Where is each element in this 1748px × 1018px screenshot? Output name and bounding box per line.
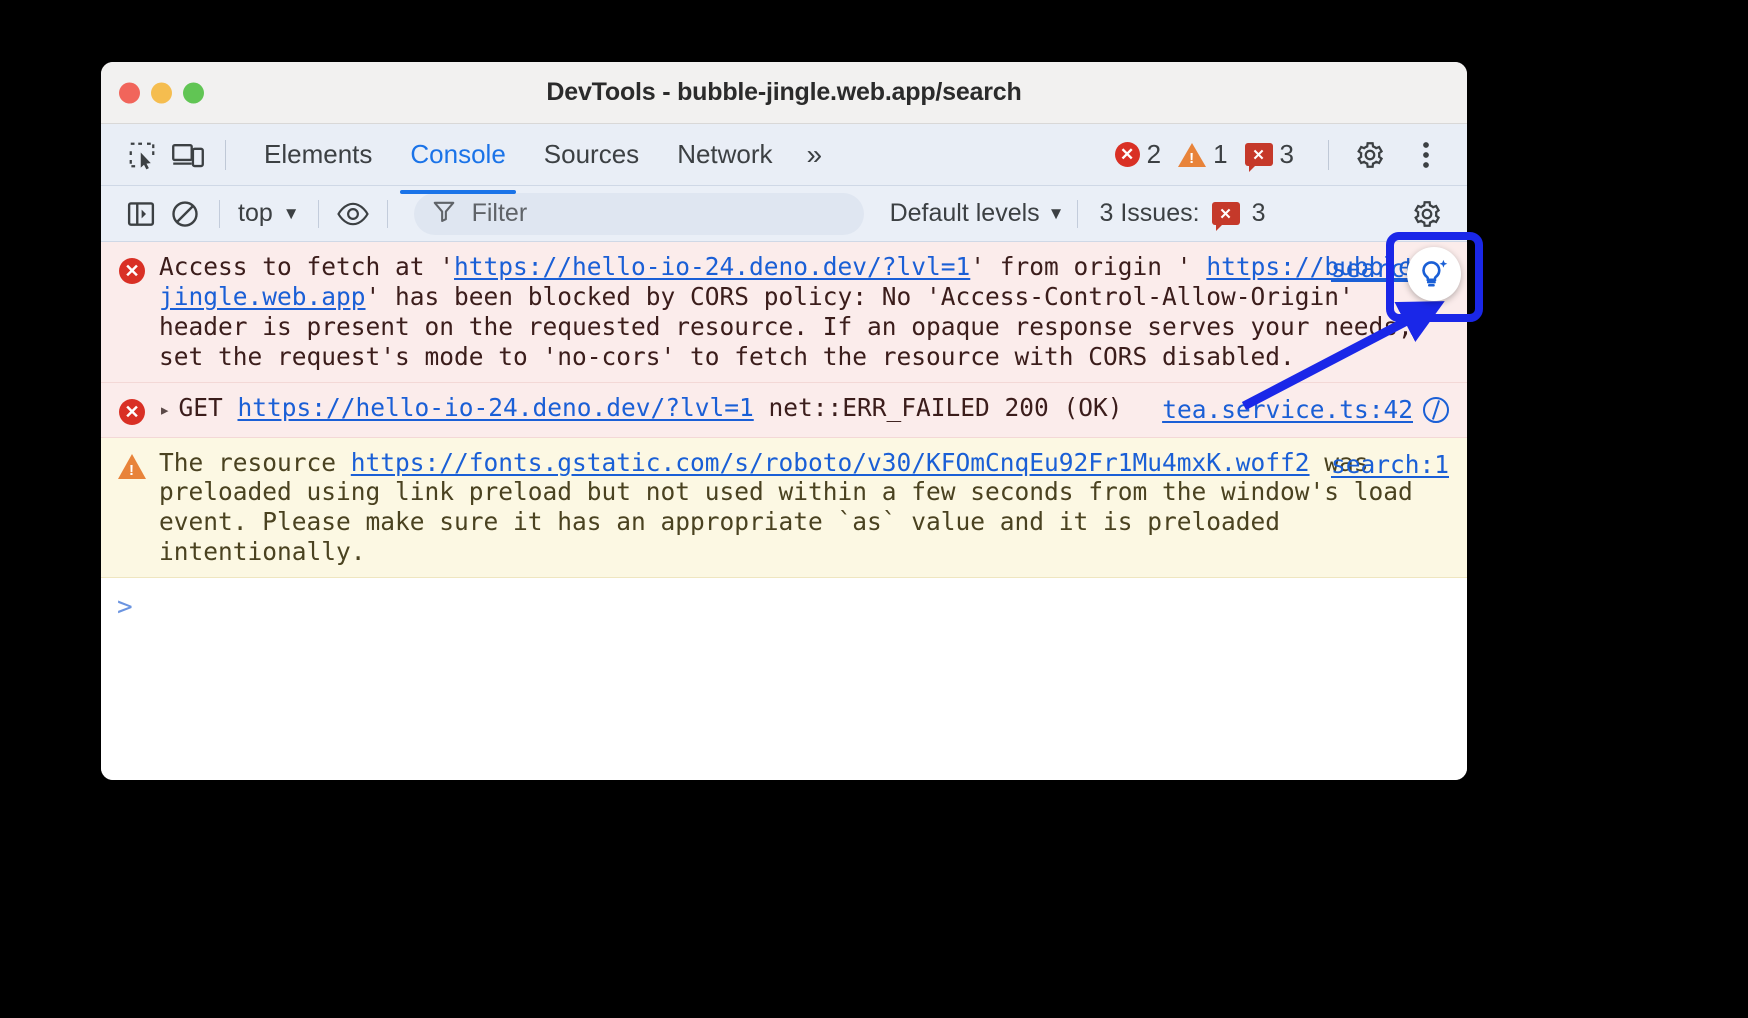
error-count-icon: ✕: [1115, 142, 1140, 167]
request-url-link[interactable]: https://hello-io-24.deno.dev/?lvl=1: [237, 393, 753, 422]
warning-text-1: The resource: [159, 448, 351, 477]
console-message-cors-error[interactable]: ✕ Access to fetch at 'https://hello-io-2…: [101, 242, 1467, 383]
console-toolbar-divider-2: [318, 200, 319, 228]
console-toolbar-divider-4: [1077, 200, 1078, 228]
tabbar-right-group: ✕ 2 1 ✕ 3: [1115, 132, 1449, 178]
tab-network[interactable]: Network: [661, 131, 788, 178]
device-toolbar-icon[interactable]: [165, 132, 211, 178]
chevron-down-icon: ▼: [283, 204, 300, 224]
chevron-down-icon: ▼: [1048, 204, 1065, 224]
source-link-tea-service-ts[interactable]: tea.service.ts:42: [1162, 395, 1413, 424]
screenshot-stage: DevTools - bubble-jingle.web.app/search …: [0, 0, 1748, 1018]
search-input[interactable]: [470, 198, 846, 229]
execution-context-value: top: [238, 199, 273, 228]
devtools-window: DevTools - bubble-jingle.web.app/search …: [101, 62, 1467, 780]
open-in-network-panel-icon[interactable]: [1423, 397, 1449, 423]
window-traffic-lights[interactable]: [119, 82, 204, 103]
console-settings-gear-icon[interactable]: [1405, 194, 1449, 234]
console-message-network-error[interactable]: ✕ ▸ GET https://hello-io-24.deno.dev/?lvl…: [101, 383, 1467, 438]
console-filter-box[interactable]: [414, 193, 864, 235]
issues-badge-count: 3: [1252, 199, 1266, 228]
warning-count-icon: [1178, 143, 1206, 167]
window-title: DevTools - bubble-jingle.web.app/search: [101, 78, 1467, 107]
tabbar-right-divider: [1328, 140, 1329, 170]
issues-count-icon: ✕: [1245, 143, 1273, 166]
tabbar-divider: [225, 140, 226, 170]
expand-triangle-icon[interactable]: ▸: [159, 399, 170, 422]
inspect-element-icon[interactable]: [119, 132, 165, 178]
source-link-search-1[interactable]: search:1: [1331, 450, 1449, 480]
console-prompt[interactable]: >: [101, 578, 1467, 636]
issues-summary-button[interactable]: 3 Issues: ✕ 3: [1100, 199, 1266, 228]
window-titlebar: DevTools - bubble-jingle.web.app/search: [101, 62, 1467, 124]
console-toolbar-right: [1405, 194, 1449, 234]
network-source-link-wrap: tea.service.ts:42: [1162, 395, 1449, 425]
ask-ai-understand-this-message-button[interactable]: [1407, 247, 1461, 301]
issues-badge-icon: ✕: [1212, 202, 1240, 225]
warning-count-value: 1: [1213, 139, 1227, 170]
issues-label: 3 Issues:: [1100, 199, 1200, 228]
error-count-value: 2: [1147, 139, 1161, 170]
live-expression-icon[interactable]: [331, 194, 375, 234]
prompt-caret-icon: >: [117, 592, 133, 622]
console-toolbar: top ▼ Default levels: [101, 186, 1467, 242]
console-message-text: Access to fetch at 'https://hello-io-24.…: [159, 252, 1443, 372]
issue-counters[interactable]: ✕ 2 1 ✕ 3: [1115, 139, 1304, 170]
request-method: GET: [178, 393, 222, 422]
cors-fetch-url-link[interactable]: https://hello-io-24.deno.dev/?lvl=1: [454, 252, 970, 281]
console-message-body: The resource https://fonts.gstatic.com/s…: [159, 448, 1453, 568]
kebab-menu-icon[interactable]: [1403, 132, 1449, 178]
console-message-list: ✕ Access to fetch at 'https://hello-io-2…: [101, 242, 1467, 780]
more-tabs-icon[interactable]: »: [795, 139, 832, 171]
tab-sources[interactable]: Sources: [528, 131, 655, 178]
warning-triangle-icon: [117, 452, 147, 482]
filter-funnel-icon: [432, 199, 456, 228]
preloaded-font-url-link[interactable]: https://fonts.gstatic.com/s/roboto/v30/K…: [351, 448, 1310, 477]
error-circle-icon: ✕: [117, 256, 147, 286]
devtools-tabbar: Elements Console Sources Network » ✕ 2 1…: [101, 124, 1467, 186]
minimize-window-button[interactable]: [151, 82, 172, 103]
tab-console[interactable]: Console: [394, 131, 521, 178]
panel-tabs: Elements Console Sources Network »: [248, 131, 831, 178]
cors-text-1: Access to fetch at ': [159, 252, 454, 281]
console-toolbar-divider-1: [219, 200, 220, 228]
lightbulb-sparkle-icon: [1417, 257, 1451, 291]
console-message-text: The resource https://fonts.gstatic.com/s…: [159, 448, 1443, 568]
log-levels-label: Default levels: [890, 199, 1040, 228]
request-status-text: net::ERR_FAILED 200 (OK): [769, 393, 1123, 422]
log-levels-selector[interactable]: Default levels ▼: [890, 199, 1065, 228]
show-console-sidebar-icon[interactable]: [119, 194, 163, 234]
console-message-preload-warning[interactable]: The resource https://fonts.gstatic.com/s…: [101, 438, 1467, 579]
close-window-button[interactable]: [119, 82, 140, 103]
error-circle-icon: ✕: [117, 397, 147, 427]
zoom-window-button[interactable]: [183, 82, 204, 103]
tab-elements[interactable]: Elements: [248, 131, 388, 178]
gear-icon[interactable]: [1347, 132, 1393, 178]
console-toolbar-divider-3: [387, 200, 388, 228]
console-message-body: Access to fetch at 'https://hello-io-24.…: [159, 252, 1453, 372]
issues-count-value: 3: [1280, 139, 1294, 170]
cors-text-2: ' from origin ': [970, 252, 1191, 281]
execution-context-selector[interactable]: top ▼: [232, 197, 306, 230]
clear-console-icon[interactable]: [163, 194, 207, 234]
